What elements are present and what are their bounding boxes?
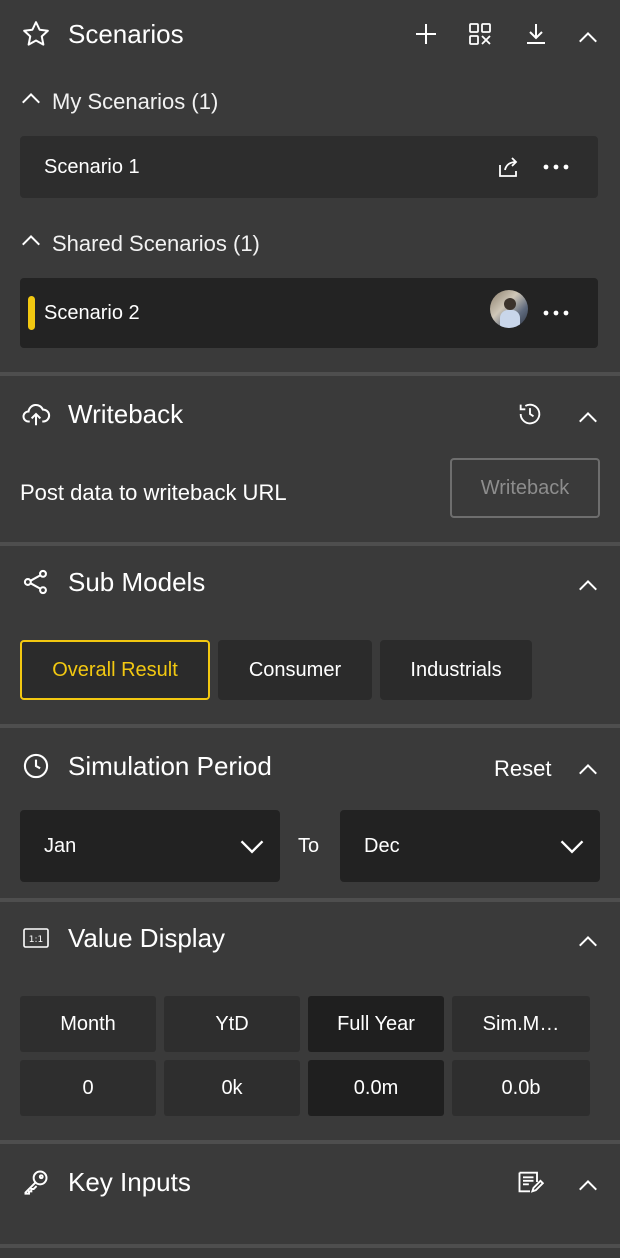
scenario-card-selected[interactable]: Scenario 2 [20,278,598,348]
divider [0,1244,620,1248]
my-scenarios-label: My Scenarios (1) [52,89,219,114]
chevron-up-icon[interactable] [572,926,604,958]
ratio-icon: 1:1 [20,922,52,954]
submodel-pill-overall-result[interactable]: Overall Result [20,640,210,700]
to-label: To [298,835,320,857]
simulation-period-header: Simulation Period Reset [0,750,620,790]
cloud-upload-icon [20,398,52,430]
from-month-value: Jan [44,834,77,857]
value-display-option-sim-months[interactable]: Sim.M… [452,996,590,1052]
svg-text:1:1: 1:1 [29,935,43,945]
chevron-down-icon [558,832,586,860]
chevron-up-icon[interactable] [572,1170,604,1202]
to-month-value: Dec [364,834,400,857]
value-display-sample-ytd[interactable]: 0k [164,1060,300,1116]
writeback-section: Writeback Post data to writeback URL Wri… [0,376,620,542]
to-month-select[interactable]: Dec [340,810,600,882]
key-icon [20,1166,52,1198]
network-icon [20,566,52,598]
from-month-select[interactable]: Jan [20,810,280,882]
selected-indicator [28,296,35,330]
scenario-name: Scenario 1 [44,155,140,178]
section-title: Scenarios [68,19,184,49]
value-display-sample-month[interactable]: 0 [20,1060,156,1116]
star-icon [20,18,52,50]
value-display-sample-sim-months[interactable]: 0.0b [452,1060,590,1116]
section-title: Key Inputs [68,1167,191,1197]
section-title: Simulation Period [68,751,272,781]
history-icon[interactable] [514,398,546,430]
avatar [490,290,528,328]
chevron-up-icon[interactable] [572,402,604,434]
value-display-option-ytd[interactable]: YtD [164,996,300,1052]
scenario-name: Scenario 2 [44,301,140,324]
value-display-header: 1:1 Value Display [0,922,620,962]
value-display-option-full-year[interactable]: Full Year [308,996,444,1052]
submodel-pill-consumer[interactable]: Consumer [218,640,372,700]
chevron-up-icon[interactable] [572,754,604,786]
simulation-period-section: Simulation Period Reset Jan To Dec [0,728,620,898]
value-display-section: 1:1 Value Display Month YtD Full Year Si… [0,902,620,1140]
clock-icon [20,750,52,782]
writeback-header: Writeback [0,398,620,438]
chevron-down-icon [238,832,266,860]
my-scenarios-header[interactable]: My Scenarios (1) [20,86,218,118]
scenario-compare-icon[interactable] [464,18,496,50]
writeback-button[interactable]: Writeback [450,458,600,518]
submodel-pill-industrials[interactable]: Industrials [380,640,532,700]
scenarios-header: Scenarios [0,18,620,58]
chevron-up-icon [20,88,42,116]
sub-models-header: Sub Models [0,566,620,606]
key-inputs-header: Key Inputs [0,1166,620,1206]
download-icon[interactable] [520,18,552,50]
section-title: Sub Models [68,567,206,597]
value-display-option-month[interactable]: Month [20,996,156,1052]
chevron-up-icon[interactable] [572,570,604,602]
scenario-card[interactable]: Scenario 1 [20,136,598,198]
value-display-sample-full-year[interactable]: 0.0m [308,1060,444,1116]
shared-scenarios-header[interactable]: Shared Scenarios (1) [20,228,260,260]
share-icon[interactable] [492,151,524,183]
section-title: Value Display [68,923,226,953]
chevron-up-icon[interactable] [572,22,604,54]
more-options-icon[interactable] [540,151,572,183]
section-title: Writeback [68,399,184,429]
sub-models-section: Sub Models Overall Result Consumer Indus… [0,546,620,724]
shared-scenarios-label: Shared Scenarios (1) [52,231,260,256]
chevron-up-icon [20,230,42,258]
key-inputs-section: Key Inputs [0,1144,620,1244]
edit-notes-icon[interactable] [514,1166,546,1198]
writeback-description: Post data to writeback URL [20,480,287,505]
scenarios-section: Scenarios My Scenarios (1) Scenario 1 Sh… [0,0,620,372]
plus-icon[interactable] [410,18,442,50]
more-options-icon[interactable] [540,297,572,329]
reset-button[interactable]: Reset [494,756,551,782]
